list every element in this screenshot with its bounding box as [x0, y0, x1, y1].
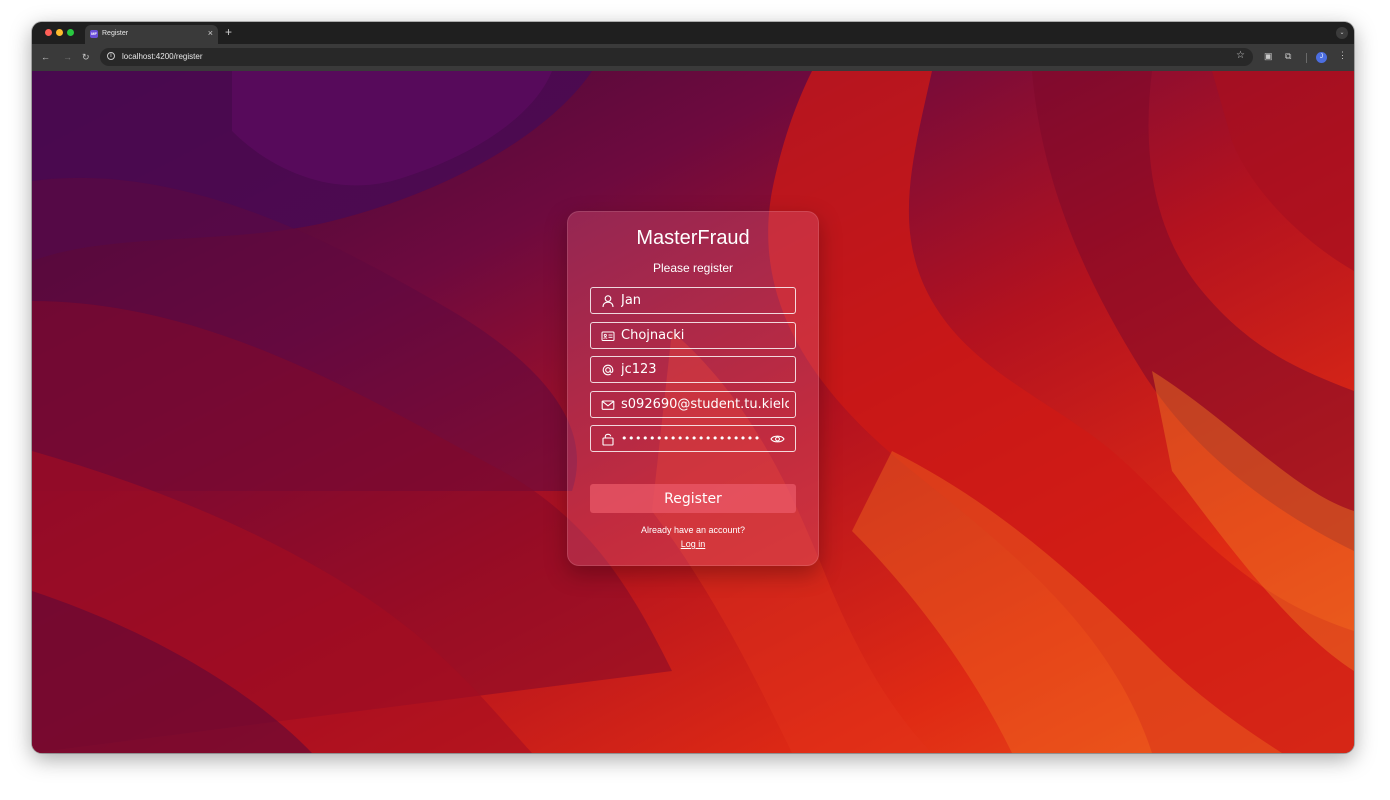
last-name-input[interactable] [621, 325, 789, 346]
browser-toolbar: ← → ↻ i localhost:4200/register ☆ ▣ ⧉ J … [32, 44, 1354, 71]
user-icon [602, 295, 614, 308]
menu-kebab-icon[interactable]: ⋮ [1338, 50, 1347, 60]
id-card-icon [601, 331, 615, 341]
show-password-eye-icon[interactable] [770, 433, 785, 445]
back-icon[interactable]: ← [41, 52, 50, 62]
password-field[interactable] [590, 425, 796, 452]
lock-icon [602, 433, 614, 446]
first-name-input[interactable] [621, 290, 789, 311]
extensions-puzzle-icon[interactable]: ⧉ [1285, 51, 1291, 61]
tab-close-icon[interactable]: × [208, 28, 213, 39]
toolbar-divider [1306, 53, 1307, 63]
forward-icon[interactable]: → [63, 52, 72, 62]
form-subtitle: Please register [652, 261, 734, 275]
tab-register[interactable]: MF Register × [85, 25, 218, 44]
email-input[interactable] [621, 394, 789, 415]
address-bar[interactable]: i localhost:4200/register ☆ [100, 48, 1253, 66]
username-field[interactable] [590, 356, 796, 383]
tab-title: Register [102, 30, 129, 37]
site-info-icon[interactable]: i [107, 52, 115, 60]
close-window-button[interactable] [45, 29, 52, 36]
email-field[interactable] [590, 391, 796, 418]
profile-avatar[interactable]: J [1316, 52, 1327, 63]
tab-strip: MF Register × + ⌄ [32, 22, 1354, 44]
tab-search-icon[interactable]: ⌄ [1336, 27, 1348, 39]
maximize-window-button[interactable] [67, 29, 74, 36]
app-brand: MasterFraud [636, 227, 750, 249]
page-viewport: MasterFraud Please register Jan Chojnack… [32, 71, 1354, 753]
extension-icon[interactable]: ▣ [1264, 51, 1273, 61]
username-input[interactable] [621, 359, 789, 380]
reload-icon[interactable]: ↻ [82, 52, 90, 62]
new-tab-button[interactable]: + [225, 25, 232, 39]
browser-window: MF Register × + ⌄ ← → ↻ i localhost:4200… [32, 22, 1354, 753]
register-card: MasterFraud Please register Jan Chojnack… [567, 211, 819, 566]
have-account-text: Already have an account? [640, 525, 746, 535]
at-icon [602, 364, 614, 376]
first-name-field[interactable] [590, 287, 796, 314]
password-input[interactable] [621, 428, 761, 449]
url-text: localhost:4200/register [122, 52, 203, 61]
last-name-field[interactable] [590, 322, 796, 349]
mail-icon [601, 400, 615, 410]
login-link[interactable]: Log in [568, 539, 818, 549]
favicon-icon: MF [90, 30, 98, 38]
register-button[interactable]: Register [590, 484, 796, 513]
minimize-window-button[interactable] [56, 29, 63, 36]
bookmark-star-icon[interactable]: ☆ [1236, 50, 1245, 61]
